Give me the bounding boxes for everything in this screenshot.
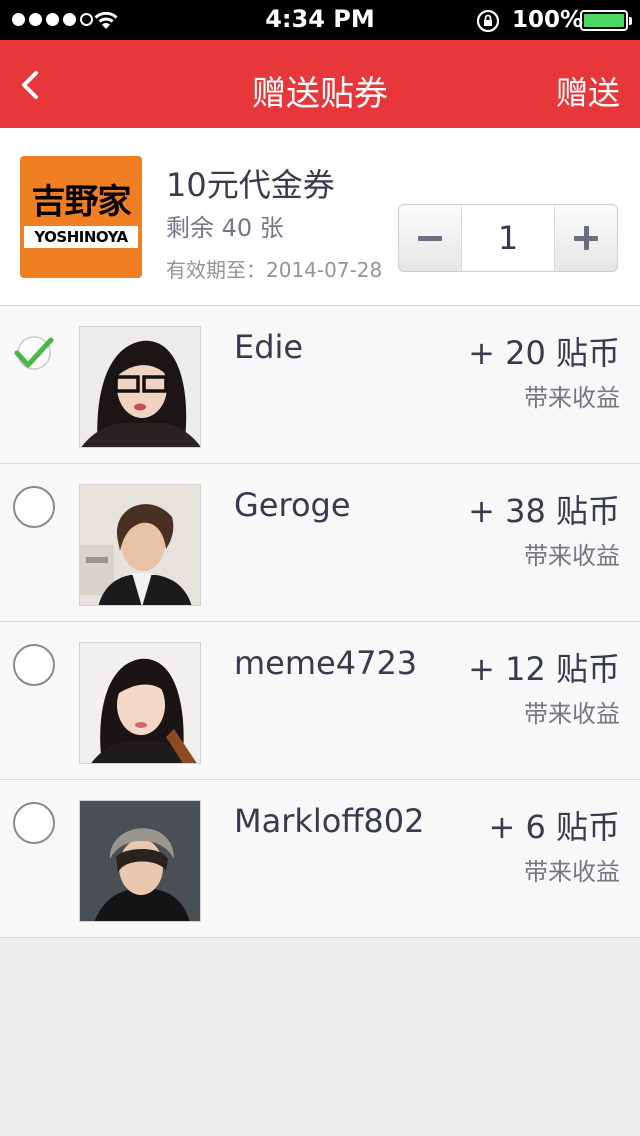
quantity-stepper: 1 <box>398 204 618 272</box>
logo-brand: YOSHINOYA <box>24 226 138 248</box>
avatar <box>79 642 201 764</box>
earning-label: 带来收益 <box>524 384 620 412</box>
quantity-input[interactable]: 1 <box>461 205 555 271</box>
minus-icon <box>418 235 442 241</box>
friend-row[interactable]: meme4723 + 12 贴币 带来收益 <box>0 622 640 780</box>
friend-row[interactable]: Markloff802 + 6 贴币 带来收益 <box>0 780 640 938</box>
select-radio[interactable] <box>13 644 55 686</box>
merchant-logo: 吉野家 YOSHINOYA <box>20 156 142 278</box>
battery-icon <box>580 10 632 31</box>
coin-reward: + 38 贴币 <box>468 492 620 530</box>
earning-label: 带来收益 <box>524 858 620 886</box>
rotation-lock-icon <box>476 9 500 33</box>
avatar <box>79 800 201 922</box>
plus-icon <box>574 226 598 250</box>
checkmark-icon[interactable] <box>14 336 54 370</box>
coin-reward: + 20 贴币 <box>468 334 620 372</box>
avatar <box>79 484 201 606</box>
coin-reward: + 12 贴币 <box>468 650 620 688</box>
give-button[interactable]: 赠送 <box>556 68 620 114</box>
coupon-expiry: 有效期至：2014-07-28 <box>166 258 383 282</box>
friend-list: Edie + 20 贴币 带来收益 Geroge + 38 贴币 带来收益 me… <box>0 306 640 938</box>
decrement-button[interactable] <box>399 205 461 271</box>
avatar <box>79 326 201 448</box>
battery-percentage: 100% <box>512 7 584 33</box>
friend-row[interactable]: Geroge + 38 贴币 带来收益 <box>0 464 640 622</box>
friend-name: Geroge <box>234 486 351 524</box>
coin-reward: + 6 贴币 <box>488 808 620 846</box>
increment-button[interactable] <box>555 205 617 271</box>
select-radio[interactable] <box>13 802 55 844</box>
coupon-header: 吉野家 YOSHINOYA 10元代金券 剩余 40 张 有效期至：2014-0… <box>0 128 640 306</box>
coupon-remaining: 剩余 40 张 <box>166 214 284 242</box>
earning-label: 带来收益 <box>524 542 620 570</box>
status-bar: 4:34 PM 100% <box>0 0 640 40</box>
friend-name: Edie <box>234 328 304 366</box>
logo-kanji: 吉野家 <box>31 182 132 222</box>
friend-name: meme4723 <box>234 644 418 682</box>
navigation-bar: 赠送贴券 赠送 <box>0 40 640 128</box>
page-title: 赠送贴券 <box>252 74 388 114</box>
earning-label: 带来收益 <box>524 700 620 728</box>
select-radio[interactable] <box>13 486 55 528</box>
friend-name: Markloff802 <box>234 802 425 840</box>
coupon-name: 10元代金券 <box>166 166 335 204</box>
friend-row[interactable]: Edie + 20 贴币 带来收益 <box>0 306 640 464</box>
